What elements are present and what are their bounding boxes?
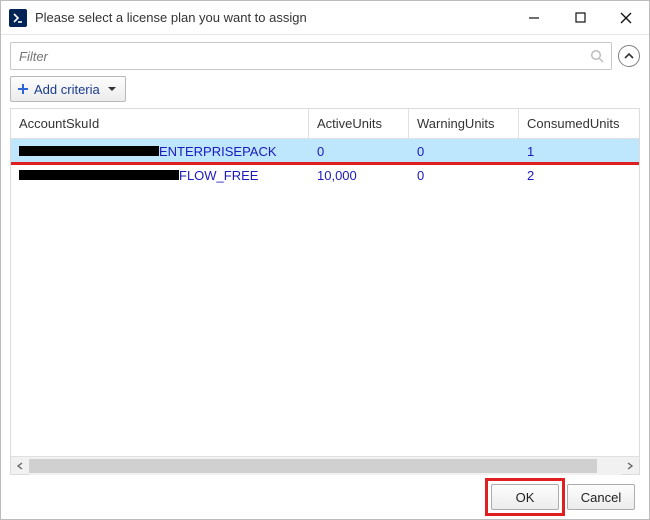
- cell-sku: FLOW_FREE: [11, 163, 309, 187]
- filter-input[interactable]: [17, 48, 589, 65]
- dialog-window: Please select a license plan you want to…: [0, 0, 650, 520]
- grid-header: AccountSkuId ActiveUnits WarningUnits Co…: [11, 109, 639, 139]
- filter-box[interactable]: [10, 42, 612, 70]
- cell-consumed: 1: [519, 139, 639, 163]
- chevron-up-icon: [623, 50, 635, 62]
- add-criteria-button[interactable]: Add criteria: [10, 76, 126, 102]
- license-grid: AccountSkuId ActiveUnits WarningUnits Co…: [10, 108, 640, 475]
- filter-toolbar: [1, 35, 649, 70]
- chevron-right-icon: [626, 462, 634, 470]
- cancel-button[interactable]: Cancel: [567, 484, 635, 510]
- column-header-warning[interactable]: WarningUnits: [409, 109, 519, 138]
- table-row[interactable]: FLOW_FREE 10,000 0 2: [11, 163, 639, 187]
- chevron-down-icon: [107, 82, 117, 97]
- titlebar: Please select a license plan you want to…: [1, 1, 649, 35]
- sku-suffix: FLOW_FREE: [179, 168, 258, 183]
- scroll-right-button[interactable]: [621, 457, 639, 475]
- dialog-footer: OK Cancel: [1, 475, 649, 519]
- search-icon: [589, 48, 605, 64]
- column-header-consumed[interactable]: ConsumedUnits: [519, 109, 639, 138]
- cell-consumed: 2: [519, 163, 639, 187]
- redacted-text: [19, 170, 179, 180]
- cell-active: 0: [309, 139, 409, 163]
- collapse-toggle[interactable]: [618, 45, 640, 67]
- column-header-active[interactable]: ActiveUnits: [309, 109, 409, 138]
- scroll-thumb[interactable]: [29, 459, 597, 473]
- powershell-icon: [9, 9, 27, 27]
- table-row[interactable]: ENTERPRISEPACK 0 0 1: [11, 139, 639, 163]
- cell-active: 10,000: [309, 163, 409, 187]
- criteria-bar: Add criteria: [1, 70, 649, 108]
- maximize-button[interactable]: [557, 1, 603, 35]
- cell-warning: 0: [409, 163, 519, 187]
- scroll-left-button[interactable]: [11, 457, 29, 475]
- plus-icon: [17, 83, 29, 95]
- cell-warning: 0: [409, 139, 519, 163]
- minimize-button[interactable]: [511, 1, 557, 35]
- close-icon: [620, 12, 632, 24]
- sku-suffix: ENTERPRISEPACK: [159, 144, 277, 159]
- horizontal-scrollbar[interactable]: [11, 456, 639, 474]
- add-criteria-label: Add criteria: [34, 82, 100, 97]
- close-button[interactable]: [603, 1, 649, 35]
- maximize-icon: [575, 12, 586, 23]
- minimize-icon: [528, 12, 540, 24]
- window-title: Please select a license plan you want to…: [35, 10, 307, 25]
- grid-body: ENTERPRISEPACK 0 0 1 FLOW_FREE 10,000 0 …: [11, 139, 639, 456]
- cell-sku: ENTERPRISEPACK: [11, 139, 309, 163]
- scroll-track[interactable]: [29, 457, 621, 475]
- column-header-sku[interactable]: AccountSkuId: [11, 109, 309, 138]
- ok-button[interactable]: OK: [491, 484, 559, 510]
- window-controls: [511, 1, 649, 35]
- redacted-text: [19, 146, 159, 156]
- chevron-left-icon: [16, 462, 24, 470]
